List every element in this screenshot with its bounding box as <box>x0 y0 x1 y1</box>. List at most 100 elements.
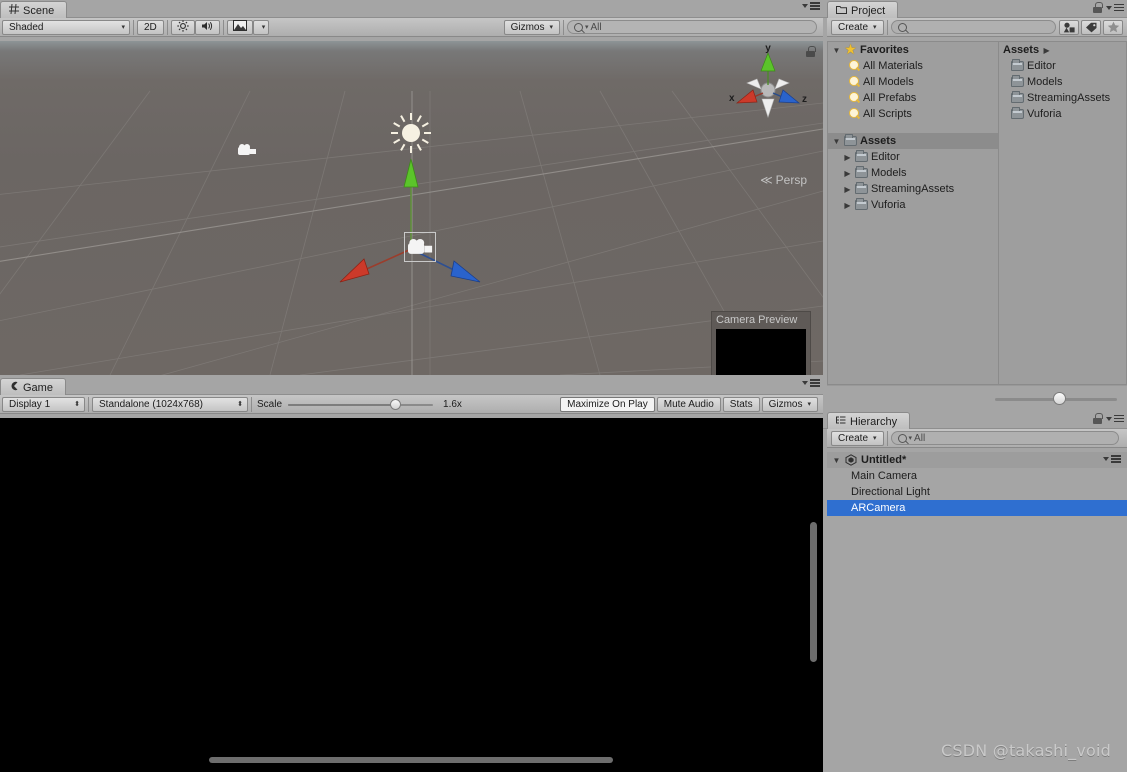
mute-audio-button[interactable]: Mute Audio <box>656 396 721 412</box>
hierarchy-scene-row[interactable]: ▼ Untitled* <box>827 452 1127 468</box>
assets-root-label: Assets <box>860 135 897 147</box>
tab-scene[interactable]: Scene <box>0 1 68 19</box>
scale-value: 1.6x <box>443 398 462 410</box>
project-favorites-group[interactable]: ▼ ★ Favorites <box>828 42 998 58</box>
panel-menu-icon[interactable] <box>802 2 820 10</box>
game-view-render-area[interactable] <box>0 418 823 772</box>
transform-move-gizmo[interactable] <box>338 154 483 286</box>
lock-icon[interactable] <box>1093 413 1103 424</box>
hierarchy-item-arcamera[interactable]: ARCamera <box>827 500 1127 516</box>
project-content-panel[interactable]: Assets ▶ Editor Models StreamingAssets V… <box>999 41 1127 385</box>
game-view-horizontal-scrollbar[interactable] <box>209 757 613 763</box>
favorite-all-prefabs[interactable]: All Prefabs <box>828 90 998 106</box>
arcamera-gizmo-icon[interactable] <box>408 239 433 257</box>
scene-gizmos-dropdown[interactable]: Gizmos <box>503 19 560 35</box>
camera-preview-screen <box>716 329 806 375</box>
game-panel: Game Display 1 ⬍ Standalone (1024x768) ⬍… <box>0 377 823 772</box>
folder-icon <box>855 198 868 210</box>
project-tree-vuforia[interactable]: ▶ Vuforia <box>828 197 998 213</box>
scene-effects-toggle[interactable] <box>226 19 253 35</box>
scene-projection-label[interactable]: ≪ Persp <box>760 173 807 187</box>
scene-orientation-gizmo[interactable]: y x z <box>723 45 813 135</box>
tab-hierarchy-label: Hierarchy <box>850 415 898 428</box>
project-item-streamingassets[interactable]: StreamingAssets <box>999 90 1126 106</box>
folder-icon <box>855 182 868 194</box>
project-create-button[interactable]: Create <box>831 19 884 35</box>
favorite-all-materials[interactable]: All Materials <box>828 58 998 74</box>
scene-row-menu-icon[interactable] <box>1103 455 1121 463</box>
game-view-vertical-scrollbar[interactable] <box>810 522 817 662</box>
hierarchy-icon <box>836 415 846 428</box>
project-tree-models[interactable]: ▶ Models <box>828 165 998 181</box>
search-icon <box>848 92 860 104</box>
panel-menu-icon[interactable] <box>1106 414 1124 423</box>
game-toolbar: Display 1 ⬍ Standalone (1024x768) ⬍ Scal… <box>0 395 823 414</box>
hierarchy-item-directional-light[interactable]: Directional Light <box>827 484 1127 500</box>
project-item-models[interactable]: Models <box>999 74 1126 90</box>
scene-lighting-toggle[interactable] <box>170 19 195 35</box>
star-icon[interactable] <box>1103 19 1123 35</box>
foldout-closed-icon[interactable]: ▶ <box>843 169 852 178</box>
shading-mode-dropdown[interactable]: Shaded ▾ <box>2 19 130 35</box>
project-footer <box>827 385 1127 411</box>
game-panel-controls <box>802 379 820 387</box>
maximize-on-play-button[interactable]: Maximize On Play <box>560 396 655 412</box>
breadcrumb[interactable]: Assets ▶ <box>999 42 1126 58</box>
scene-tabstrip: Scene <box>0 0 823 19</box>
camera-preview-title: Camera Preview <box>716 314 798 326</box>
favorite-all-models[interactable]: All Models <box>828 74 998 90</box>
project-assets-root[interactable]: ▼ Assets <box>828 133 998 149</box>
2d-toggle-button[interactable]: 2D <box>137 19 164 35</box>
foldout-closed-icon[interactable]: ▶ <box>843 153 852 162</box>
resolution-dropdown[interactable]: Standalone (1024x768) ⬍ <box>92 396 248 412</box>
search-icon <box>897 433 907 443</box>
scale-slider[interactable] <box>288 398 434 411</box>
lock-icon[interactable] <box>1093 2 1103 13</box>
directional-light-gizmo-icon[interactable] <box>391 113 431 153</box>
filter-by-label-icon[interactable] <box>1081 19 1101 35</box>
hierarchy-create-button[interactable]: Create <box>831 430 884 446</box>
main-camera-gizmo-icon[interactable] <box>238 144 256 157</box>
scene-audio-toggle[interactable] <box>194 19 220 35</box>
favorite-all-scripts[interactable]: All Scripts <box>828 106 998 122</box>
scene-search-text: All <box>590 21 602 33</box>
hierarchy-tree[interactable]: ▼ Untitled* Main Camera Directional Ligh… <box>827 452 1127 772</box>
scene-search-input[interactable]: ▾ All <box>567 20 817 34</box>
chevron-right-icon[interactable]: ▶ <box>1042 46 1051 55</box>
foldout-open-icon[interactable]: ▼ <box>832 137 841 146</box>
scene-lock-icon[interactable] <box>806 46 816 57</box>
tab-game[interactable]: Game <box>0 378 66 396</box>
display-dropdown[interactable]: Display 1 ⬍ <box>2 396 85 412</box>
project-zoom-slider[interactable] <box>995 391 1117 406</box>
game-gizmos-dropdown[interactable]: Gizmos <box>761 396 818 412</box>
stats-button[interactable]: Stats <box>722 396 760 412</box>
scale-label: Scale <box>257 398 283 410</box>
project-item-editor[interactable]: Editor <box>999 58 1126 74</box>
scene-viewport[interactable]: y x z ≪ Persp Camera Preview <box>0 41 823 375</box>
project-tree-streamingassets[interactable]: ▶ StreamingAssets <box>828 181 998 197</box>
project-tree-editor[interactable]: ▶ Editor <box>828 149 998 165</box>
panel-menu-icon[interactable] <box>802 379 820 387</box>
tab-scene-label: Scene <box>23 4 55 17</box>
foldout-open-icon[interactable]: ▼ <box>832 456 841 465</box>
hierarchy-search-input[interactable]: ▾ All <box>890 431 1119 445</box>
unity-logo-icon <box>845 454 857 466</box>
tab-hierarchy[interactable]: Hierarchy <box>827 412 911 430</box>
breadcrumb-label: Assets <box>1003 44 1040 56</box>
favorites-label: Favorites <box>860 44 909 56</box>
tab-project[interactable]: Project <box>827 1 899 19</box>
hierarchy-item-main-camera[interactable]: Main Camera <box>827 468 1127 484</box>
project-tree-panel[interactable]: ▼ ★ Favorites All Materials All Models A… <box>827 41 999 385</box>
project-item-vuforia[interactable]: Vuforia <box>999 106 1126 122</box>
project-search-input[interactable] <box>890 20 1056 34</box>
foldout-closed-icon[interactable]: ▶ <box>843 185 852 194</box>
filter-by-type-icon[interactable] <box>1059 19 1079 35</box>
foldout-closed-icon[interactable]: ▶ <box>843 201 852 210</box>
folder-icon <box>1011 107 1024 119</box>
tab-game-label: Game <box>23 381 53 394</box>
gamepad-icon <box>9 381 19 394</box>
panel-menu-icon[interactable] <box>1106 3 1124 12</box>
scene-effects-dropdown[interactable] <box>252 19 270 35</box>
star-icon: ★ <box>844 41 857 57</box>
foldout-open-icon[interactable]: ▼ <box>832 46 841 55</box>
